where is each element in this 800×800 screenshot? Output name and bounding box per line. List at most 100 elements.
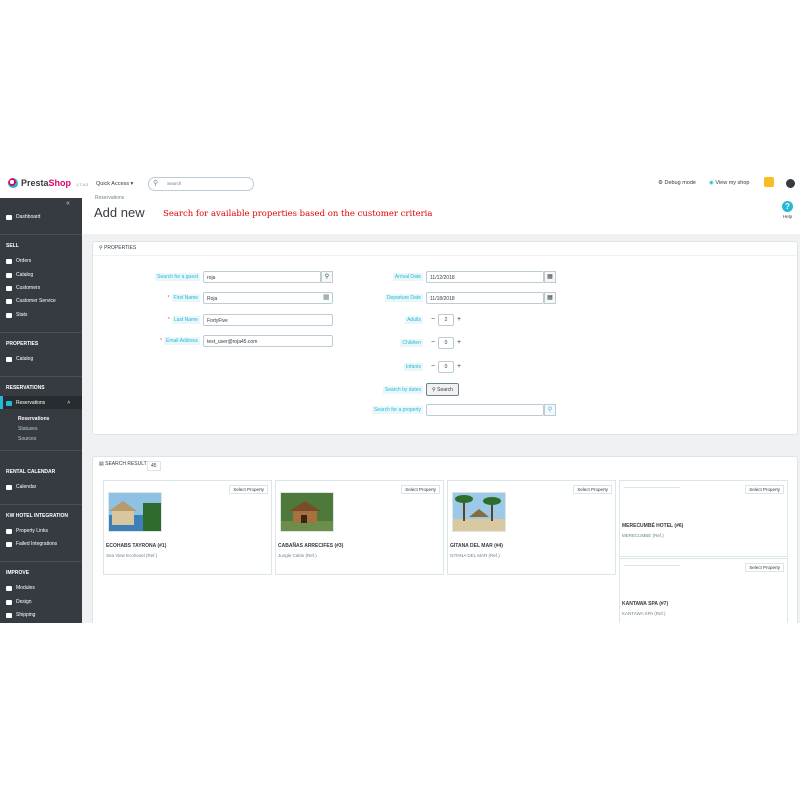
search-icon: ⚲ — [153, 180, 159, 187]
plus-icon[interactable]: + — [454, 314, 464, 326]
minus-icon[interactable]: − — [428, 314, 438, 326]
first-name-field[interactable]: Roja — [203, 292, 333, 304]
search-guest-label-text: Search for a guest — [155, 273, 200, 281]
view-my-shop-link[interactable]: ◉ View my shop — [709, 180, 749, 186]
property-card[interactable]: Select Property CABAÑAS ARRECIFES (#3) J… — [275, 480, 444, 575]
sidebar-item-orders[interactable]: Orders — [6, 258, 31, 264]
debug-mode-link[interactable]: ⚙ Debug mode — [658, 180, 696, 186]
last-name-field[interactable]: FortyFive — [203, 314, 333, 326]
monitor-icon — [6, 599, 12, 605]
property-photo — [109, 493, 161, 531]
plus-icon[interactable]: + — [454, 361, 464, 373]
property-subtitle: GITANA DEL MAR (Ref.) — [450, 553, 500, 558]
store-icon — [6, 356, 12, 362]
prestashop-logo[interactable]: Presta Shop — [8, 178, 71, 188]
departure-date-field[interactable]: 11/18/2018 — [426, 292, 544, 304]
search-button[interactable]: ⚲ Search — [426, 383, 459, 396]
children-value[interactable]: 0 — [438, 337, 454, 349]
sidebar-item-calendar[interactable]: Calendar — [6, 484, 36, 490]
sidebar-item-modules[interactable]: Modules — [6, 585, 35, 591]
sidebar-section-reservations: RESERVATIONS — [6, 385, 45, 391]
property-name: CABAÑAS ARRECIFES (#3) — [278, 543, 344, 549]
search-by-dates-label-text: Search by dates — [382, 386, 423, 394]
property-card[interactable]: Select Property GITANA DEL MAR (#4) GITA… — [447, 480, 616, 575]
sidebar-item-customer-service[interactable]: Customer Service — [6, 298, 56, 304]
select-property-button[interactable]: Select Property — [229, 485, 268, 494]
collapse-sidebar-icon[interactable]: « — [66, 200, 70, 207]
quick-access-menu[interactable]: Quick Access ▾ — [96, 181, 133, 187]
sidebar-item-customers[interactable]: Customers — [6, 285, 40, 291]
property-card[interactable]: Select Property ECOHABS TAYRONA (#1) Sea… — [103, 480, 272, 575]
image-placeholder — [624, 565, 680, 566]
infants-value[interactable]: 0 — [438, 361, 454, 373]
sidebar-item-stats[interactable]: Stats — [6, 312, 27, 318]
store-icon — [6, 272, 12, 278]
property-name: MERECUMBÉ HOTEL (#6) — [622, 523, 684, 529]
sidebar-item-properties-catalog[interactable]: Catalog — [6, 356, 33, 362]
property-subtitle: Jungle Cabin (Ref.) — [278, 553, 317, 558]
divider — [0, 450, 82, 451]
question-icon: ? — [782, 201, 793, 212]
debug-mode-label: Debug mode — [664, 180, 696, 186]
sidebar-subitem-statuses[interactable]: Statuses — [18, 426, 37, 432]
search-by-dates-label: Search by dates — [333, 386, 423, 394]
adults-stepper[interactable]: − 2 + — [428, 314, 464, 326]
annotation-text: Search for available properties based on… — [163, 209, 433, 219]
adults-value[interactable]: 2 — [438, 314, 454, 326]
minus-icon[interactable]: − — [428, 361, 438, 373]
divider — [93, 255, 797, 256]
calendar-icon[interactable]: ▦ — [544, 292, 556, 304]
sidebar-item-failed-integrations[interactable]: Failed Integrations — [6, 541, 57, 547]
sidebar-item-label: Reservations — [16, 400, 46, 406]
trending-icon — [6, 214, 12, 220]
select-property-button[interactable]: Select Property — [745, 563, 784, 572]
sidebar-item-label: Catalog — [16, 272, 34, 278]
minus-icon[interactable]: − — [428, 337, 438, 349]
departure-date-label-text: Departure Date — [384, 294, 423, 302]
last-name-label-text: Last Name — [171, 316, 200, 324]
calendar-icon[interactable]: ▦ — [544, 271, 556, 283]
sidebar-item-shipping[interactable]: Shipping — [6, 612, 35, 618]
email-label: * Email Address — [160, 337, 200, 345]
infants-label-text: Infants — [403, 363, 423, 371]
breadcrumb[interactable]: Reservations — [95, 195, 124, 201]
sidebar-item-design[interactable]: Design — [6, 599, 32, 605]
property-card[interactable]: Select Property KANTAWA SPA (#7) KANTAWA… — [619, 558, 788, 623]
search-icon[interactable]: ⚲ — [321, 271, 333, 283]
children-stepper[interactable]: − 0 + — [428, 337, 464, 349]
sidebar-subitem-reservations[interactable]: Reservations — [18, 416, 49, 422]
sidebar-item-label: Customers — [16, 285, 41, 291]
help-button[interactable]: ? Help — [780, 201, 795, 219]
plus-icon[interactable]: + — [454, 337, 464, 349]
select-property-button[interactable]: Select Property — [745, 485, 784, 494]
search-icon[interactable]: ⚲ — [544, 404, 556, 416]
contact-card-icon: ▦ — [323, 294, 330, 301]
first-name-label-text: First Name — [171, 294, 200, 302]
infants-stepper[interactable]: − 0 + — [428, 361, 464, 373]
search-property-label-text: Search for a property — [372, 406, 423, 414]
sidebar-item-property-links[interactable]: Property Links — [6, 528, 48, 534]
sidebar-item-label: Failed Integrations — [16, 541, 58, 547]
select-property-button[interactable]: Select Property — [401, 485, 440, 494]
search-property-input[interactable] — [426, 404, 544, 416]
select-property-button[interactable]: Select Property — [573, 485, 612, 494]
search-guest-label: Search for a guest — [110, 273, 200, 281]
sidebar-subitem-sources[interactable]: Sources — [18, 436, 36, 442]
sidebar-section-sell: SELL — [6, 243, 19, 249]
notifications-icon[interactable] — [764, 177, 774, 187]
divider — [0, 504, 82, 505]
truck-icon — [6, 612, 12, 618]
sidebar-item-catalog[interactable]: Catalog — [6, 272, 33, 278]
children-label: Children — [333, 339, 423, 347]
arrival-date-field[interactable]: 11/12/2018 — [426, 271, 544, 283]
results-title: ▤ SEARCH RESULTS — [99, 461, 151, 467]
app-window: Presta Shop 1.7.4.2 Quick Access ▾ ⚲ Sear… — [0, 171, 800, 623]
email-field[interactable]: test_user@roja45.com — [203, 335, 333, 347]
sidebar-item-reservations[interactable]: Reservations ˄ — [6, 400, 70, 406]
user-account-icon[interactable] — [786, 179, 795, 188]
last-name-label: * Last Name — [167, 316, 200, 324]
top-search-input[interactable]: ⚲ Search — [148, 177, 254, 191]
property-card[interactable]: Select Property MERECUMBÉ HOTEL (#6) MER… — [619, 480, 788, 557]
search-guest-input[interactable]: roja — [203, 271, 321, 283]
sidebar-item-dashboard[interactable]: Dashboard — [6, 214, 40, 220]
